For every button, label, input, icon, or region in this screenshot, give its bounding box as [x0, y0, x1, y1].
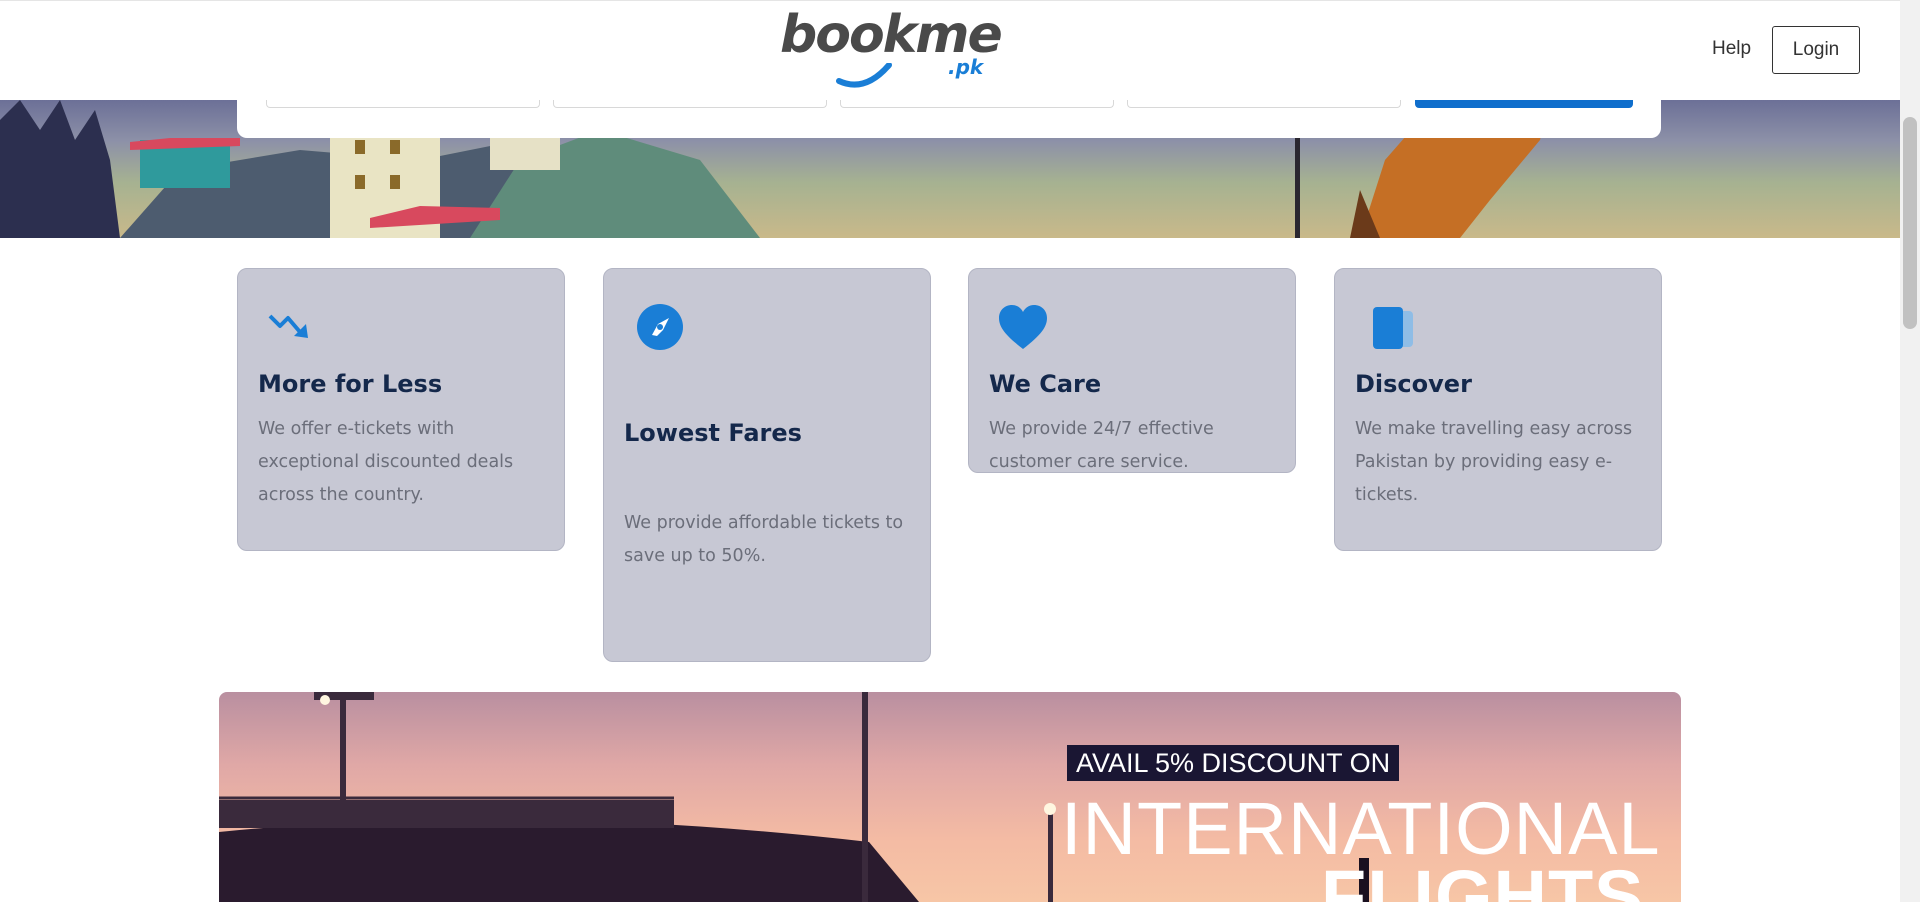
help-link[interactable]: Help	[1712, 38, 1751, 60]
feature-card-discover: Discover We make travelling easy across …	[1334, 268, 1662, 551]
feature-title: More for Less	[258, 370, 443, 398]
heart-icon	[999, 305, 1047, 349]
logo-suffix: .pk	[948, 55, 984, 79]
feature-card-lowest-fares: Lowest Fares We provide affordable ticke…	[603, 268, 931, 662]
banner-headline-line2: FLIGHTS	[1321, 855, 1645, 902]
feature-card-we-care: We Care We provide 24/7 effective custom…	[968, 268, 1296, 473]
search-field-date[interactable]	[840, 100, 1114, 108]
promo-banner-international-flights[interactable]: AVAIL 5% DISCOUNT ON INTERNATIONAL FLIGH…	[219, 692, 1681, 902]
site-header: bookme .pk Help Login	[0, 0, 1900, 100]
login-button[interactable]: Login	[1772, 26, 1860, 74]
feature-description: We make travelling easy across Pakistan …	[1355, 419, 1633, 505]
feature-card-more-for-less: More for Less We offer e-tickets with ex…	[237, 268, 565, 551]
search-button[interactable]	[1415, 100, 1633, 108]
compass-icon	[637, 304, 683, 350]
feature-description: We provide 24/7 effective customer care …	[989, 419, 1214, 472]
page: bookme .pk Help Login More for Less We o…	[0, 0, 1920, 902]
feature-title: Discover	[1355, 370, 1472, 398]
feature-title: We Care	[989, 370, 1102, 398]
bookme-logo[interactable]: bookme .pk	[780, 5, 1003, 88]
feature-description: We provide affordable tickets to save up…	[624, 513, 904, 566]
search-field-from[interactable]	[266, 100, 540, 108]
feature-title: Lowest Fares	[624, 419, 802, 447]
search-field-to[interactable]	[553, 100, 827, 108]
feature-description: We offer e-tickets with exceptional disc…	[258, 419, 514, 505]
logo-smile-icon	[836, 63, 892, 88]
search-panel	[237, 100, 1661, 138]
ticket-stack-icon	[1373, 307, 1413, 349]
banner-tagline: AVAIL 5% DISCOUNT ON	[1067, 745, 1400, 781]
search-field-passengers[interactable]	[1127, 100, 1401, 108]
trending-down-icon	[268, 314, 308, 338]
page-scrollbar[interactable]	[1900, 0, 1920, 902]
scrollbar-thumb[interactable]	[1903, 117, 1917, 329]
